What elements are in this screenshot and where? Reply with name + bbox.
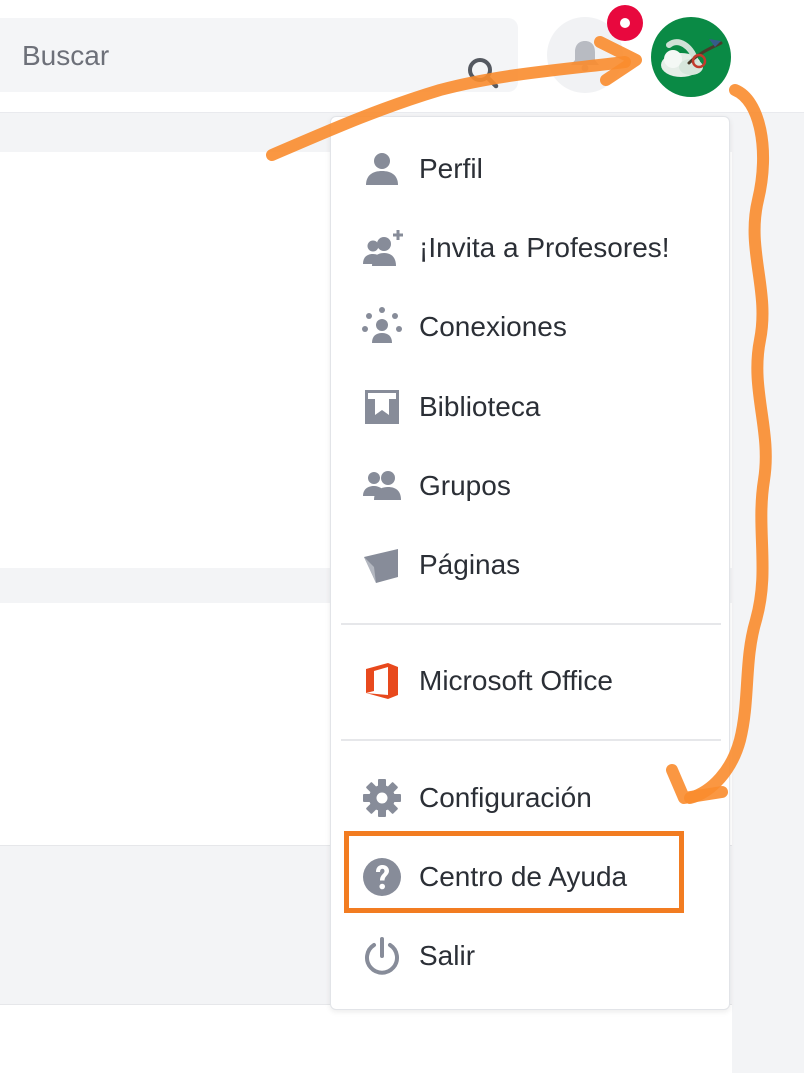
top-bar [0,0,804,113]
menu-item-label: Microsoft Office [419,665,613,696]
menu-divider [341,739,721,741]
invite-people-icon [362,228,403,268]
menu-item-label: Páginas [419,549,521,580]
microsoft-office-icon [362,661,402,701]
menu-item-paginas[interactable]: Páginas [331,535,729,595]
groups-icon [362,466,402,506]
notification-badge [607,5,643,41]
menu-item-biblioteca[interactable]: Biblioteca [331,377,729,437]
menu-item-label: Perfil [419,153,483,184]
pages-icon [362,545,402,585]
menu-item-label: Conexiones [419,311,567,342]
menu-item-label: Biblioteca [419,391,541,422]
menu-item-microsoft-office[interactable]: Microsoft Office [331,651,729,711]
search-bar [0,18,518,95]
menu-item-label: ¡Invita a Profesores! [419,232,670,263]
menu-item-label: Salir [419,940,476,971]
menu-item-conexiones[interactable]: Conexiones [331,297,729,357]
power-icon [362,936,402,976]
search-input[interactable] [20,18,444,94]
menu-divider [341,623,721,625]
avatar[interactable] [651,17,731,97]
menu-item-salir[interactable]: Salir [331,926,729,986]
menu-item-invita-profesores[interactable]: ¡Invita a Profesores! [331,218,729,278]
menu-item-grupos[interactable]: Grupos [331,456,729,516]
library-icon [362,387,402,427]
menu-item-label: Grupos [419,470,511,501]
gear-icon [362,778,402,818]
menu-item-perfil[interactable]: Perfil [331,139,729,199]
content-panel [0,1004,732,1073]
help-highlight-box [344,831,684,913]
menu-item-label: Configuración [419,782,592,813]
person-icon [362,149,402,189]
connections-icon [362,307,402,347]
bell-icon [567,37,603,78]
user-dropdown-menu: Perfil ¡Invita a Profesores! Conexiones … [330,116,730,1010]
menu-item-configuracion[interactable]: Configuración [331,768,729,828]
search-icon[interactable] [466,56,500,95]
